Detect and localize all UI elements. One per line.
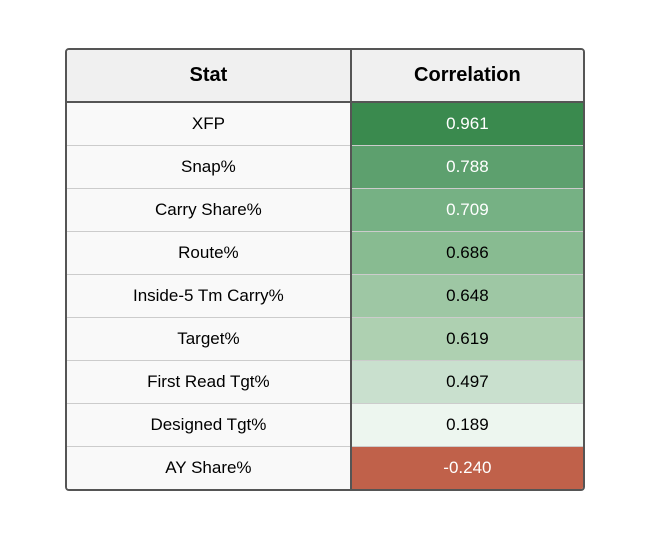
correlation-cell: 0.686 [351,231,583,274]
table-row: AY Share%-0.240 [67,446,583,489]
stat-cell: Inside-5 Tm Carry% [67,274,351,317]
stat-cell: Designed Tgt% [67,403,351,446]
correlation-cell: 0.961 [351,102,583,146]
table-row: Route%0.686 [67,231,583,274]
correlation-cell: 0.189 [351,403,583,446]
table-row: Carry Share%0.709 [67,188,583,231]
table-row: Designed Tgt%0.189 [67,403,583,446]
correlation-table: Stat Correlation XFP0.961Snap%0.788Carry… [65,48,585,491]
table-row: Target%0.619 [67,317,583,360]
correlation-cell: 0.619 [351,317,583,360]
correlation-cell: 0.648 [351,274,583,317]
stat-cell: Snap% [67,145,351,188]
stat-column-header: Stat [67,50,351,102]
stat-cell: Carry Share% [67,188,351,231]
table-row: First Read Tgt%0.497 [67,360,583,403]
stat-cell: First Read Tgt% [67,360,351,403]
correlation-column-header: Correlation [351,50,583,102]
correlation-cell: 0.788 [351,145,583,188]
correlation-cell: 0.497 [351,360,583,403]
table-row: Snap%0.788 [67,145,583,188]
stat-cell: Route% [67,231,351,274]
stat-cell: Target% [67,317,351,360]
correlation-cell: 0.709 [351,188,583,231]
table-row: XFP0.961 [67,102,583,146]
correlation-cell: -0.240 [351,446,583,489]
stat-cell: XFP [67,102,351,146]
table-row: Inside-5 Tm Carry%0.648 [67,274,583,317]
stat-cell: AY Share% [67,446,351,489]
